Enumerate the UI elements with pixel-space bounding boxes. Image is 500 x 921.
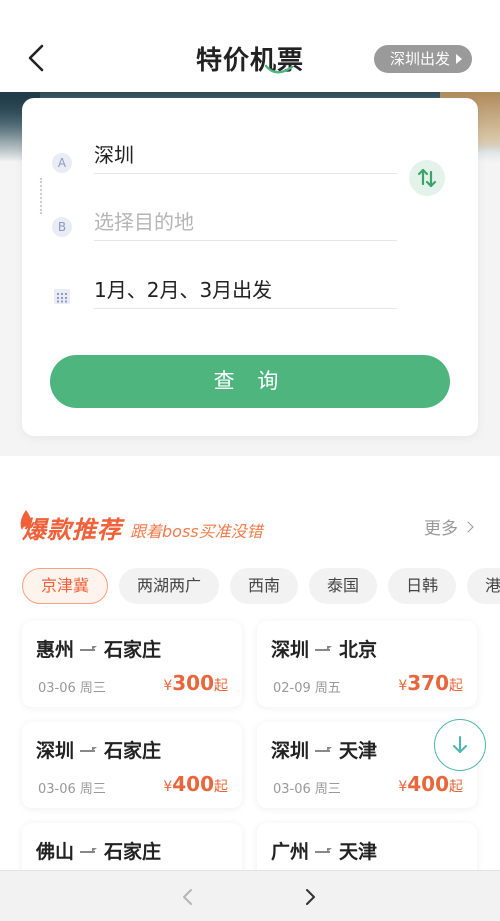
recommend-subtitle: 跟着boss买准没错: [130, 522, 263, 541]
flight-date: 03-06 周三: [38, 681, 106, 696]
arrow-right-icon: [315, 644, 333, 654]
to-city: 石家庄: [104, 841, 162, 863]
route: 深圳 石家庄: [36, 736, 161, 763]
origin-selector[interactable]: 深圳出发: [373, 45, 472, 73]
to-marker: B: [52, 217, 72, 237]
flight-date: 03-06 周三: [38, 782, 106, 797]
header: 特价机票 深圳出发: [0, 0, 500, 92]
chevron-left-icon[interactable]: [178, 887, 198, 907]
price-value: 400: [407, 772, 449, 796]
to-city: 天津: [339, 740, 378, 762]
arrow-right-icon: [80, 745, 98, 755]
price-value: 400: [172, 772, 214, 796]
price-suffix: 起: [214, 779, 228, 795]
more-label: 更多: [424, 519, 458, 539]
route: 深圳 北京: [271, 635, 377, 662]
recommend-heading: 爆款推荐 跟着boss买准没错: [22, 510, 263, 545]
to-city: 北京: [339, 639, 378, 661]
flight-price: ¥370起: [398, 671, 463, 695]
route: 广州 天津: [271, 837, 377, 864]
flight-card[interactable]: 深圳 石家庄 03-06 周三 ¥400起: [22, 722, 242, 808]
chevron-right-icon[interactable]: [300, 887, 320, 907]
to-city: 石家庄: [104, 639, 162, 661]
more-link[interactable]: 更多: [424, 514, 474, 539]
to-city: 天津: [339, 841, 378, 863]
price-suffix: 起: [449, 678, 463, 694]
price-suffix: 起: [214, 678, 228, 694]
tab-thailand[interactable]: 泰国: [309, 568, 378, 604]
flight-card[interactable]: 惠州 石家庄 03-06 周三 ¥300起: [22, 621, 242, 707]
swap-button[interactable]: [409, 160, 445, 196]
to-city: 石家庄: [104, 740, 162, 762]
price-suffix: 起: [449, 779, 463, 795]
swap-vertical-icon: [417, 168, 437, 188]
destination-field[interactable]: 选择目的地: [94, 207, 397, 241]
region-tabs: 京津冀 两湖两广 西南 泰国 日韩 港: [22, 568, 500, 604]
price-value: 300: [172, 671, 214, 695]
bottom-nav-bar: [0, 870, 500, 921]
arrow-right-icon: [315, 846, 333, 856]
recommend-title: 爆款推荐: [22, 516, 122, 544]
route: 佛山 石家庄: [36, 837, 161, 864]
query-button[interactable]: 查 询: [50, 355, 450, 408]
from-city: 惠州: [36, 639, 75, 661]
tab-jingjinji[interactable]: 京津冀: [22, 568, 109, 604]
currency: ¥: [163, 779, 173, 795]
from-city-field[interactable]: 深圳: [94, 140, 397, 174]
date-field[interactable]: 1月、2月、3月出发: [94, 275, 397, 309]
from-city: 深圳: [271, 639, 310, 661]
from-city: 深圳: [271, 740, 310, 762]
arrow-down-icon: [453, 736, 467, 753]
from-city: 广州: [271, 841, 310, 863]
chevron-right-icon: [462, 520, 474, 533]
flight-price: ¥400起: [398, 772, 463, 796]
route: 惠州 石家庄: [36, 635, 161, 662]
title-swoosh-decoration: [264, 64, 294, 74]
origin-label: 深圳出发: [389, 50, 450, 68]
scroll-down-button[interactable]: [434, 719, 486, 771]
currency: ¥: [163, 678, 173, 694]
flight-date: 03-06 周三: [273, 782, 341, 797]
price-value: 370: [407, 671, 449, 695]
arrow-right-icon: [315, 745, 333, 755]
tab-xinan[interactable]: 西南: [230, 568, 299, 604]
flight-price: ¥400起: [163, 772, 228, 796]
flight-date: 02-09 周五: [273, 681, 341, 696]
from-marker: A: [52, 153, 72, 173]
tab-lianghu-lianguang[interactable]: 两湖两广: [119, 568, 220, 604]
route-dotted-line: [40, 178, 42, 214]
triangle-right-icon: [456, 54, 462, 64]
tab-hongkong[interactable]: 港: [467, 568, 500, 604]
route: 深圳 天津: [271, 736, 377, 763]
arrow-right-icon: [80, 846, 98, 856]
flight-price: ¥300起: [163, 671, 228, 695]
from-city: 深圳: [36, 740, 75, 762]
from-city: 佛山: [36, 841, 75, 863]
tab-japan-korea[interactable]: 日韩: [388, 568, 457, 604]
calendar-icon: [54, 289, 70, 304]
arrow-right-icon: [80, 644, 98, 654]
flight-card[interactable]: 深圳 北京 02-09 周五 ¥370起: [257, 621, 477, 707]
currency: ¥: [398, 779, 408, 795]
currency: ¥: [398, 678, 408, 694]
